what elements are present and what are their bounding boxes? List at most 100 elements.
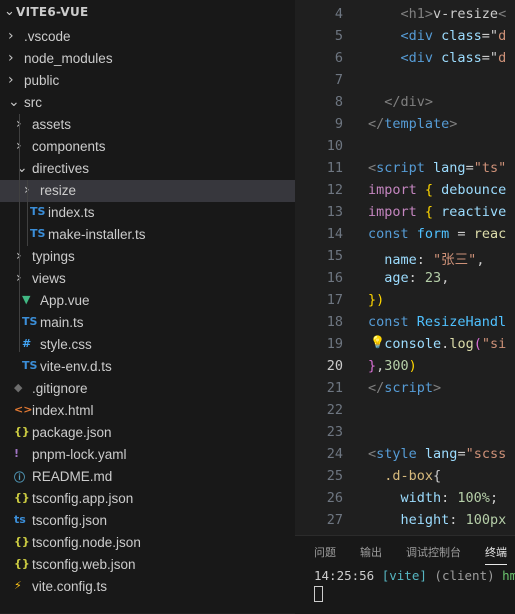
file-item-readme-md[interactable]: ⓘ README.md <box>0 466 295 488</box>
code-line: 17}) <box>295 289 515 311</box>
tab-problems[interactable]: 问题 <box>314 544 336 560</box>
code-editor[interactable]: 4 <h1>v-resize< 5 <div class="d 6 <div cla… <box>295 0 515 535</box>
tab-output[interactable]: 输出 <box>360 544 382 560</box>
chevron-right-icon: › <box>8 28 14 44</box>
line-number: 11 <box>326 160 343 176</box>
tree-item-label: typings <box>32 249 75 264</box>
line-number: 13 <box>326 204 343 220</box>
chevron-down-icon: ⌄ <box>4 4 15 19</box>
code-line: 4 <h1>v-resize< <box>295 3 515 25</box>
folder-item-resize[interactable]: ›resize <box>0 180 295 202</box>
file-item-gitignore[interactable]: ◆ .gitignore <box>0 378 295 400</box>
file-item-pnpm-lock-yaml[interactable]: ! pnpm-lock.yaml <box>0 444 295 466</box>
code-line: 26 width: 100%; <box>295 487 515 509</box>
line-number: 26 <box>326 490 343 506</box>
tree-item-label: src <box>24 95 42 110</box>
tree-item-label: tsconfig.node.json <box>32 535 141 550</box>
tree-item-label: node_modules <box>24 51 113 66</box>
file-item-style-css[interactable]: # style.css <box>0 334 295 356</box>
file-item-package-json[interactable]: {} package.json <box>0 422 295 444</box>
code-text: name: "张三", <box>384 252 485 268</box>
file-item-app-vue[interactable]: ▼ App.vue <box>0 290 295 312</box>
code-text: }) <box>368 292 385 308</box>
file-item-vite-config-ts[interactable]: ⚡ vite.config.ts <box>0 576 295 598</box>
line-number: 14 <box>326 226 343 242</box>
chevron-down-icon: ⌄ <box>16 160 28 176</box>
code-line: 19 console.log("si 💡 <box>295 333 515 355</box>
workspace-root-label: VITE6-VUE <box>16 5 89 19</box>
tab-terminal[interactable]: 终端 <box>485 544 507 565</box>
code-text: <script lang="ts" <box>368 160 507 176</box>
folder-item-directives[interactable]: ⌄ directives <box>0 158 295 180</box>
folder-item-node-modules[interactable]: › node_modules <box>0 48 295 70</box>
tree-item-label: index.ts <box>48 205 95 220</box>
vscode-window: ⌄ VITE6-VUE › .vscode › node_modules › public… <box>0 0 515 614</box>
terminal-segment: hmr <box>502 568 515 583</box>
line-number: 19 <box>326 336 343 352</box>
code-text: width: 100%; <box>400 490 499 506</box>
terminal-output[interactable]: 14:25:56 [vite] (client) hmr <box>314 568 515 583</box>
folder-item-typings[interactable]: ›typings <box>0 246 295 268</box>
code-text: console.log("si <box>384 336 507 352</box>
line-number: 20 <box>326 358 343 374</box>
file-item-index-html[interactable]: <> index.html <box>0 400 295 422</box>
code-text: age: 23, <box>384 270 450 286</box>
line-number: 9 <box>334 116 343 132</box>
code-line: 9 </template> <box>295 113 515 135</box>
file-item-tsconfig-app-json[interactable]: {} tsconfig.app.json <box>0 488 295 510</box>
file-item-vite-env-d-ts[interactable]: TS vite-env.d.ts <box>0 356 295 378</box>
explorer-root-header[interactable]: ⌄ VITE6-VUE <box>0 0 295 26</box>
folder-item-src[interactable]: ⌄ src <box>0 92 295 114</box>
line-number: 7 <box>334 72 343 88</box>
vue-icon: ▼ <box>22 293 31 306</box>
lightbulb-icon[interactable]: 💡 <box>370 335 385 349</box>
typescript-icon: TS <box>22 315 38 328</box>
code-line: 25 .d-box{ <box>295 465 515 487</box>
code-text: </template> <box>368 116 458 132</box>
folder-item-views[interactable]: ›views <box>0 268 295 290</box>
code-line: 22 <box>295 399 515 421</box>
line-number: 21 <box>326 380 343 396</box>
file-item-make-installer-ts[interactable]: TS make-installer.ts <box>0 224 295 246</box>
line-number: 23 <box>326 424 343 440</box>
vite-icon: ⚡ <box>14 579 22 592</box>
file-item-index-ts[interactable]: TS index.ts <box>0 202 295 224</box>
tree-item-label: views <box>32 271 66 286</box>
code-line: 20},300) <box>295 355 515 377</box>
info-icon: ⓘ <box>14 471 25 484</box>
tree-item-label: style.css <box>40 337 92 352</box>
code-line: 13 import { reactive <box>295 201 515 223</box>
folder-item-assets[interactable]: ›assets <box>0 114 295 136</box>
line-number: 25 <box>326 468 343 484</box>
explorer-sidebar: ⌄ VITE6-VUE › .vscode › node_modules › public… <box>0 0 295 613</box>
tree-item-label: pnpm-lock.yaml <box>32 447 127 462</box>
tree-item-label: .gitignore <box>32 381 88 396</box>
tree-item-label: .vscode <box>24 29 71 44</box>
tree-item-label: main.ts <box>40 315 84 330</box>
code-line: 6 <div class="d <box>295 47 515 69</box>
code-line: 27 height: 100px <box>295 509 515 531</box>
code-line: 15 name: "张三", <box>295 245 515 268</box>
folder-item-vscode[interactable]: › .vscode <box>0 26 295 48</box>
chevron-right-icon: › <box>8 72 14 88</box>
tsconfig-icon: ts <box>14 513 26 526</box>
folder-item-components[interactable]: ›components <box>0 136 295 158</box>
tab-debug-console[interactable]: 调试控制台 <box>406 544 461 560</box>
json-icon: {} <box>14 425 30 438</box>
file-item-tsconfig-json[interactable]: ts tsconfig.json <box>0 510 295 532</box>
tree-item-label: make-installer.ts <box>48 227 146 242</box>
code-text: const form = reac <box>368 226 507 242</box>
line-number: 16 <box>326 270 343 286</box>
code-line: 7 <box>295 69 515 91</box>
json-icon: {} <box>14 491 30 504</box>
line-number: 27 <box>326 512 343 528</box>
file-item-main-ts[interactable]: TS main.ts <box>0 312 295 334</box>
chevron-down-icon: ⌄ <box>8 94 20 110</box>
line-number: 15 <box>326 248 343 264</box>
file-item-tsconfig-web-json[interactable]: {} tsconfig.web.json <box>0 554 295 576</box>
file-item-tsconfig-node-json[interactable]: {} tsconfig.node.json <box>0 532 295 554</box>
terminal-cursor <box>314 586 323 602</box>
typescript-icon: TS <box>22 359 38 372</box>
tree-item-label: resize <box>40 183 77 198</box>
folder-item-public[interactable]: › public <box>0 70 295 92</box>
